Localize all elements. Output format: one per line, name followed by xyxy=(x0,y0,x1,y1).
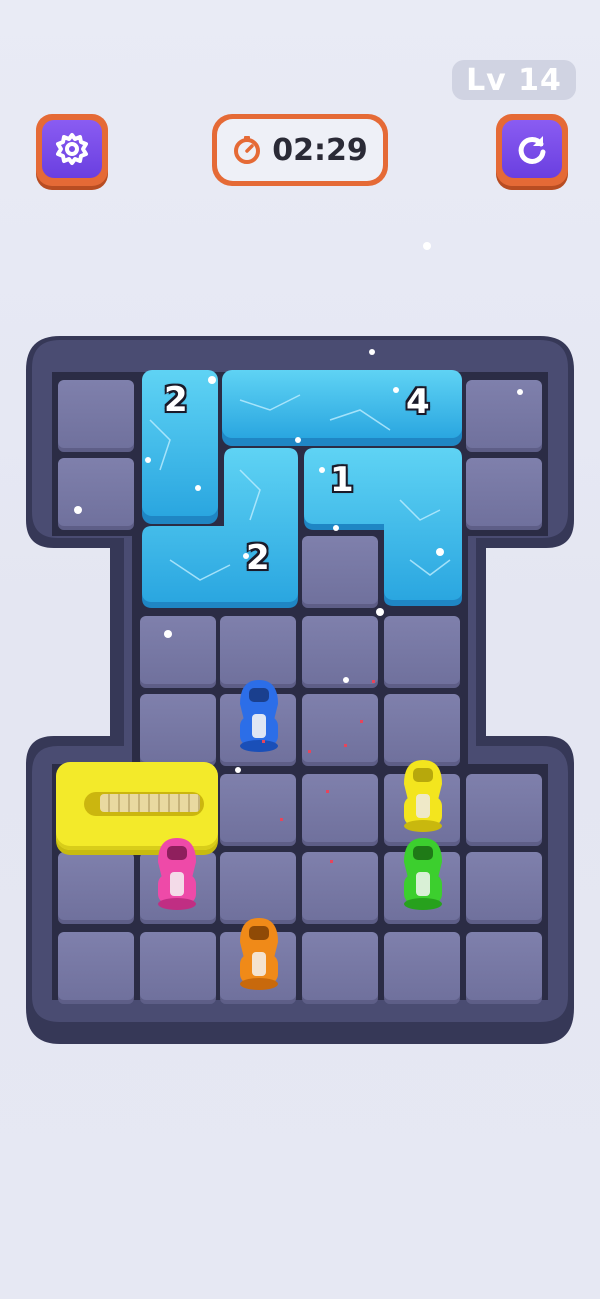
timer-text: 02:29 xyxy=(272,132,368,168)
board-tile[interactable] xyxy=(302,932,378,1004)
snow-particles xyxy=(74,242,523,863)
board-tile[interactable] xyxy=(384,852,460,924)
board-tile[interactable] xyxy=(302,774,378,846)
board-tile[interactable] xyxy=(302,694,378,766)
board-tile[interactable] xyxy=(58,380,134,452)
board-tile[interactable] xyxy=(220,774,296,846)
level-badge: Lv 14 xyxy=(452,60,576,100)
board-tile[interactable] xyxy=(466,380,542,452)
timer: 02:29 xyxy=(212,114,388,186)
board-tile[interactable] xyxy=(140,616,216,688)
ice-layer xyxy=(142,370,462,608)
ice-count-left: 2 xyxy=(164,380,188,420)
board-tile[interactable] xyxy=(384,616,460,688)
game-board: 2 4 1 2 xyxy=(0,0,600,1299)
ice-count-center: 1 xyxy=(330,460,354,500)
zipper-slot xyxy=(84,792,204,816)
board-tile[interactable] xyxy=(140,852,216,924)
board-frame xyxy=(26,336,574,1044)
board-tile[interactable] xyxy=(58,932,134,1004)
gear-icon xyxy=(56,133,88,165)
level-label: Lv 14 xyxy=(466,62,562,98)
board-tile[interactable] xyxy=(220,852,296,924)
stopwatch-icon xyxy=(234,136,261,164)
restart-button[interactable] xyxy=(496,114,568,186)
board-tile[interactable] xyxy=(58,852,134,924)
settings-button[interactable] xyxy=(36,114,108,186)
board-tile[interactable] xyxy=(466,852,542,924)
board-tile[interactable] xyxy=(466,932,542,1004)
board-tile[interactable] xyxy=(302,852,378,924)
board-tile[interactable] xyxy=(220,616,296,688)
ice-block-bottom-left[interactable] xyxy=(142,448,298,608)
board-tile[interactable] xyxy=(384,774,460,846)
board-tile[interactable] xyxy=(220,694,296,766)
board-tile[interactable] xyxy=(302,616,378,688)
board-tile[interactable] xyxy=(384,932,460,1004)
ice-block-top[interactable] xyxy=(222,370,462,446)
board-tile[interactable] xyxy=(140,694,216,766)
board-tile[interactable] xyxy=(140,932,216,1004)
board-tile[interactable] xyxy=(384,694,460,766)
board-tile[interactable] xyxy=(58,458,134,530)
ice-count-bottom-left: 2 xyxy=(246,538,270,578)
board-tile[interactable] xyxy=(466,774,542,846)
board-tile[interactable] xyxy=(220,932,296,1004)
zipper-teeth xyxy=(100,794,200,812)
ice-block-left[interactable] xyxy=(142,370,218,524)
board-tile[interactable] xyxy=(466,458,542,530)
zipper-track-yellow[interactable] xyxy=(56,762,218,850)
restart-icon xyxy=(518,136,546,164)
ice-count-top: 4 xyxy=(406,382,430,422)
board-tile[interactable] xyxy=(302,536,378,608)
